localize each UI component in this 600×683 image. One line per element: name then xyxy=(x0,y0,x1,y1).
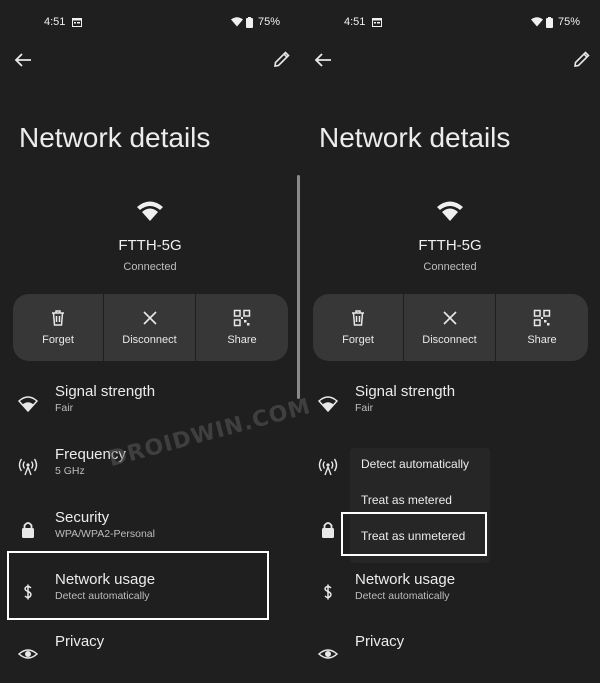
menu-option-detect-automatically[interactable]: Detect automatically xyxy=(361,457,469,471)
network-name: FTTH-5G xyxy=(118,237,182,254)
disconnect-button[interactable]: Disconnect xyxy=(104,294,196,361)
wifi-icon xyxy=(318,396,338,413)
qr-code-icon xyxy=(533,309,551,327)
status-bar: 4:51 75% xyxy=(0,15,300,31)
calendar-icon xyxy=(372,18,382,27)
menu-option-treat-as-metered[interactable]: Treat as metered xyxy=(361,493,452,507)
privacy-row[interactable]: Privacy xyxy=(0,633,300,683)
share-button[interactable]: Share xyxy=(496,294,588,361)
dollar-icon xyxy=(324,584,332,600)
network-usage-title: Network usage xyxy=(355,571,456,588)
share-button[interactable]: Share xyxy=(196,294,288,361)
privacy-title: Privacy xyxy=(55,633,105,650)
forget-button[interactable]: Forget xyxy=(13,294,104,361)
forget-label: Forget xyxy=(342,334,374,346)
wifi-icon xyxy=(437,201,463,221)
lock-icon xyxy=(22,522,34,538)
battery-icon xyxy=(546,17,553,28)
signal-strength-row: Signal strength Fair xyxy=(300,383,600,433)
connection-status: Connected xyxy=(423,261,477,273)
action-button-group: Forget Disconnect Share xyxy=(13,294,288,361)
qr-code-icon xyxy=(233,309,251,327)
wifi-icon xyxy=(137,201,163,221)
unmetered-option-highlight xyxy=(341,512,487,556)
network-name: FTTH-5G xyxy=(418,237,482,254)
connection-status: Connected xyxy=(123,261,177,273)
disconnect-button[interactable]: Disconnect xyxy=(404,294,496,361)
network-usage-row[interactable]: Network usage Detect automatically xyxy=(300,571,600,621)
close-icon xyxy=(442,311,457,325)
close-icon xyxy=(142,311,157,325)
disconnect-label: Disconnect xyxy=(422,334,477,346)
status-wifi-icon xyxy=(531,17,543,27)
network-usage-value: Detect automatically xyxy=(355,590,450,602)
action-button-group: Forget Disconnect Share xyxy=(313,294,588,361)
security-title: Security xyxy=(55,509,110,526)
security-value: WPA/WPA2-Personal xyxy=(55,528,155,540)
disconnect-label: Disconnect xyxy=(122,334,177,346)
calendar-icon xyxy=(72,18,82,27)
signal-strength-value: Fair xyxy=(55,402,74,414)
forget-label: Forget xyxy=(42,334,74,346)
status-bar: 4:51 75% xyxy=(300,15,600,31)
eye-icon xyxy=(318,649,338,659)
antenna-icon xyxy=(318,458,338,476)
share-label: Share xyxy=(527,334,557,346)
left-screen: 4:51 75% Network details FTTH-5G Connect… xyxy=(0,0,300,659)
lock-icon xyxy=(322,522,334,538)
edit-pencil-icon[interactable] xyxy=(273,50,291,68)
page-title: Network details xyxy=(319,122,511,153)
status-time: 4:51 xyxy=(44,16,66,28)
privacy-row[interactable]: Privacy xyxy=(300,633,600,683)
trash-icon xyxy=(52,310,64,326)
back-arrow-icon[interactable] xyxy=(14,52,32,68)
network-usage-highlight xyxy=(7,551,269,620)
battery-percent: 75% xyxy=(558,16,581,28)
trash-icon xyxy=(352,310,364,326)
battery-icon xyxy=(246,17,253,28)
wifi-icon xyxy=(18,396,38,413)
page-title: Network details xyxy=(19,122,211,153)
battery-percent: 75% xyxy=(258,16,281,28)
status-wifi-icon xyxy=(231,17,243,27)
frequency-value: 5 GHz xyxy=(55,465,85,477)
antenna-icon xyxy=(18,458,38,476)
privacy-title: Privacy xyxy=(355,633,405,650)
back-arrow-icon[interactable] xyxy=(314,52,332,68)
signal-strength-value: Fair xyxy=(355,402,374,414)
signal-strength-title: Signal strength xyxy=(55,383,156,400)
eye-icon xyxy=(18,649,38,659)
forget-button[interactable]: Forget xyxy=(313,294,404,361)
edit-pencil-icon[interactable] xyxy=(573,50,591,68)
status-time: 4:51 xyxy=(344,16,366,28)
signal-strength-title: Signal strength xyxy=(355,383,456,400)
share-label: Share xyxy=(227,334,257,346)
